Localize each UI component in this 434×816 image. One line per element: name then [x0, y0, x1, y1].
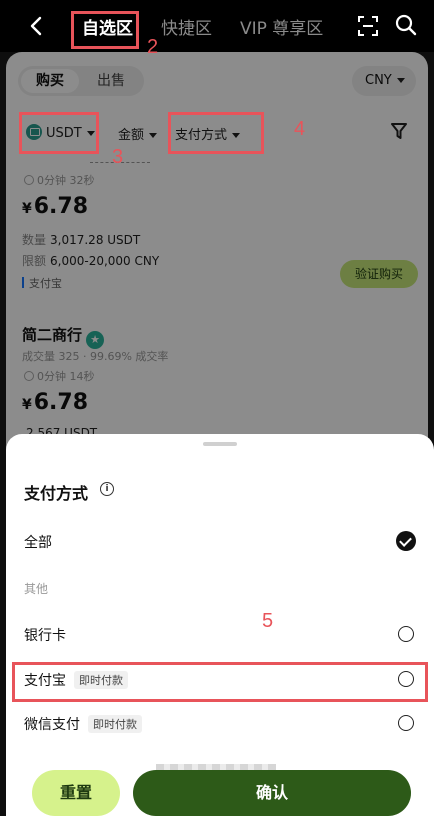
radio-bank-card[interactable]: [398, 626, 414, 642]
annotation-number-5: 5: [262, 610, 274, 632]
option-label: 银行卡: [24, 628, 66, 644]
annotation-box-2: [71, 11, 139, 49]
option-bank-card[interactable]: 银行卡: [24, 625, 66, 645]
annotation-box-5: [12, 662, 428, 702]
annotation-number-4: 4: [294, 118, 306, 140]
back-arrow-icon[interactable]: [26, 14, 46, 38]
tab-vip[interactable]: VIP 尊享区: [240, 14, 323, 39]
annotation-box-3: [19, 112, 99, 154]
search-icon[interactable]: [394, 13, 418, 37]
option-label: 微信支付: [24, 717, 80, 733]
tab-express[interactable]: 快捷区: [161, 14, 212, 39]
section-other-label: 其他: [24, 582, 49, 596]
info-icon[interactable]: i: [100, 482, 114, 496]
sheet-grabber[interactable]: [203, 442, 237, 446]
top-bar: 自选区 快捷区 VIP 尊享区: [0, 0, 434, 52]
sheet-title: 支付方式: [24, 484, 89, 503]
confirm-button[interactable]: 确认: [133, 770, 411, 816]
instant-pay-tag: 即时付款: [88, 715, 142, 733]
reset-button[interactable]: 重置: [32, 770, 120, 816]
annotation-number-3: 3: [112, 146, 124, 168]
annotation-box-4: [168, 112, 264, 154]
payment-method-sheet: 支付方式 i 全部 其他 银行卡 支付宝 即时付款 微信支付 即时付款 重置 确认: [6, 434, 434, 816]
scan-icon[interactable]: [356, 14, 380, 38]
radio-wechat-pay[interactable]: [398, 715, 414, 731]
option-all[interactable]: 全部: [24, 532, 52, 552]
checkmark-icon[interactable]: [396, 531, 416, 551]
annotation-number-2: 2: [147, 36, 159, 58]
option-wechat-pay[interactable]: 微信支付 即时付款: [24, 714, 142, 734]
